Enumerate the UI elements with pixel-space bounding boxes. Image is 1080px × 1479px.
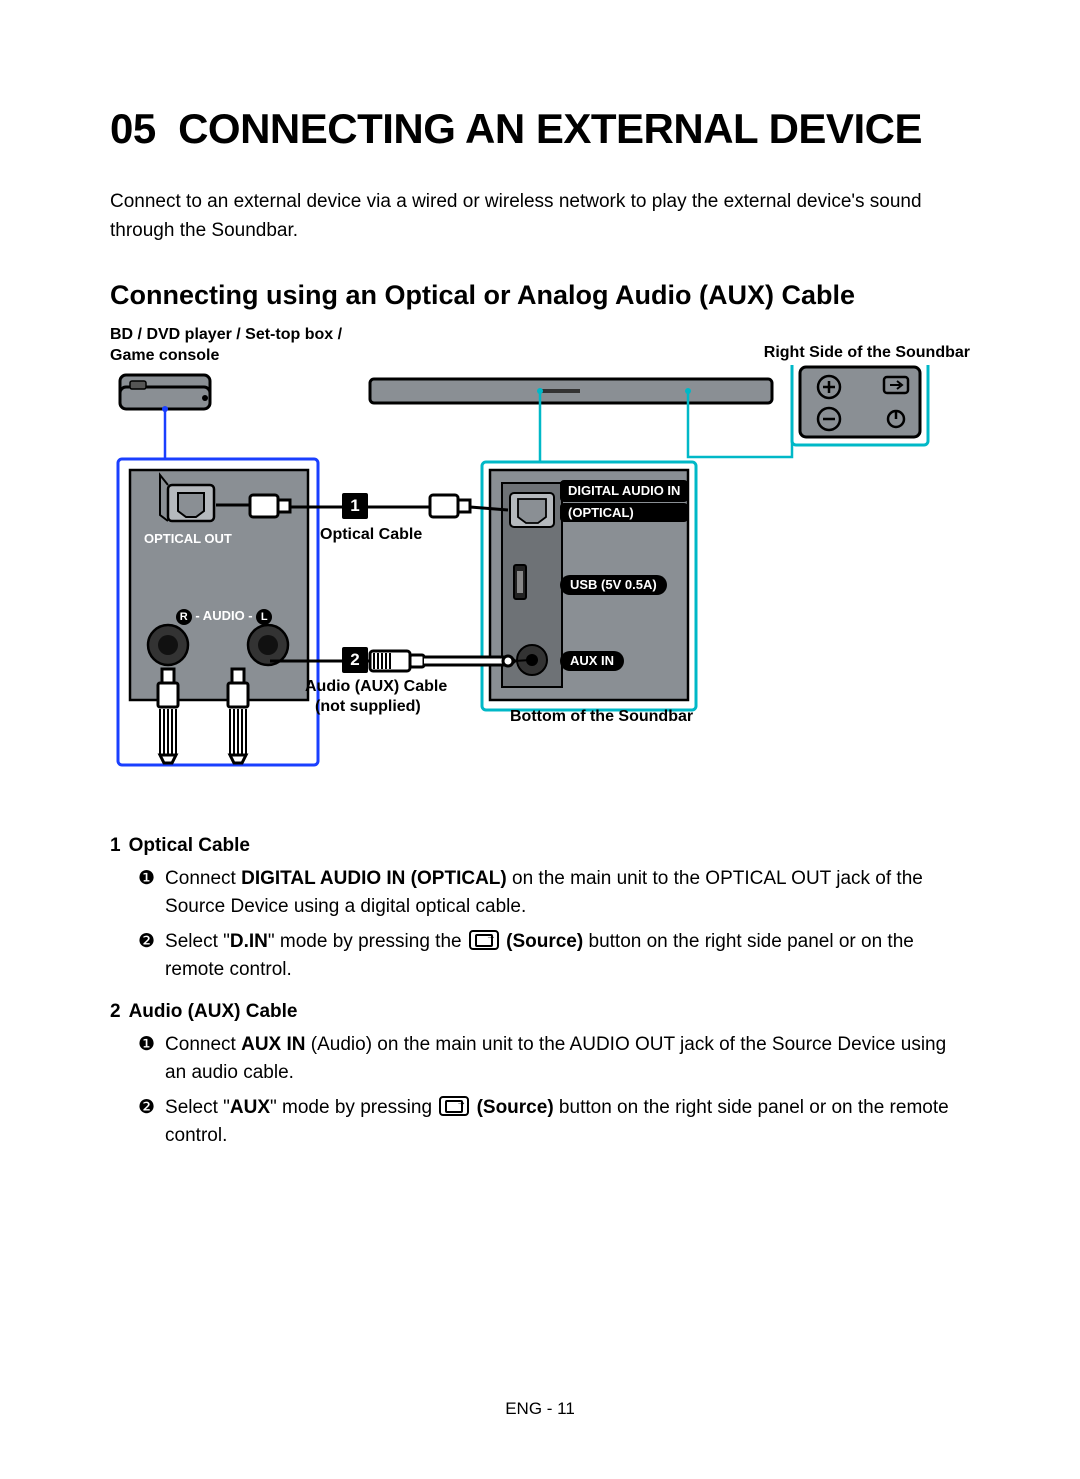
- label-aux-in: AUX IN: [560, 651, 624, 671]
- bullet-2: ❷: [138, 1094, 155, 1149]
- t: Select ": [165, 931, 230, 952]
- t: " mode by pressing the: [268, 931, 467, 952]
- inst-1-heading: 1 Optical Cable: [110, 835, 970, 857]
- label-optical-cable: Optical Cable: [320, 525, 422, 546]
- chapter-intro: Connect to an external device via a wire…: [110, 188, 970, 245]
- page-footer: ENG - 11: [0, 1399, 1080, 1419]
- t: Select ": [165, 1097, 230, 1118]
- t-bold: AUX: [230, 1097, 270, 1118]
- inst-1-step-2-text: Select "D.IN" mode by pressing the (Sour…: [165, 928, 970, 983]
- bullet-1: ❶: [138, 1031, 155, 1086]
- bullet-1: ❶: [138, 865, 155, 920]
- instructions: 1 Optical Cable ❶ Connect DIGITAL AUDIO …: [110, 835, 970, 1149]
- inst-2-heading: 2 Audio (AUX) Cable: [110, 1001, 970, 1023]
- inst-2-num: 2: [110, 1001, 121, 1023]
- label-usb: USB (5V 0.5A): [560, 575, 667, 595]
- t-bold: D.IN: [230, 931, 268, 952]
- inst-2-step-2: ❷ Select "AUX" mode by pressing (Source)…: [110, 1094, 970, 1149]
- inst-2-step-1-text: Connect AUX IN (Audio) on the main unit …: [165, 1031, 970, 1086]
- callout-1: 1: [342, 493, 368, 519]
- inst-2-title: Audio (AUX) Cable: [129, 1001, 298, 1023]
- t-bold: DIGITAL AUDIO IN (OPTICAL): [241, 868, 507, 889]
- t: " mode by pressing: [270, 1097, 437, 1118]
- label-audio-l: L: [256, 609, 272, 625]
- diagram-svg: [110, 365, 970, 795]
- inst-1-step-1: ❶ Connect DIGITAL AUDIO IN (OPTICAL) on …: [110, 865, 970, 920]
- label-bottom: Bottom of the Soundbar: [510, 707, 693, 728]
- t: Connect: [165, 868, 241, 889]
- label-aux-cable-2: (not supplied): [315, 697, 421, 718]
- bullet-2: ❷: [138, 928, 155, 983]
- chapter-title: 05 CONNECTING AN EXTERNAL DEVICE: [110, 105, 970, 153]
- inst-1-num: 1: [110, 835, 121, 857]
- chapter-number: 05: [110, 105, 156, 152]
- inst-1-step-2: ❷ Select "D.IN" mode by pressing the (So…: [110, 928, 970, 983]
- label-audio-mid: - AUDIO -: [192, 608, 257, 623]
- label-digital-in-1: DIGITAL AUDIO IN: [560, 480, 688, 502]
- label-optical-out: OPTICAL OUT: [144, 531, 232, 546]
- inst-2-step-2-text: Select "AUX" mode by pressing (Source) b…: [165, 1094, 970, 1149]
- inst-2-step-1: ❶ Connect AUX IN (Audio) on the main uni…: [110, 1031, 970, 1086]
- label-audio-r: R: [176, 609, 192, 625]
- label-source-device: BD / DVD player / Set-top box / Game con…: [110, 325, 370, 367]
- callout-2: 2: [342, 647, 368, 673]
- inst-1-step-1-text: Connect DIGITAL AUDIO IN (OPTICAL) on th…: [165, 865, 970, 920]
- label-right-side: Right Side of the Soundbar: [764, 343, 970, 364]
- t-bold: (Source): [501, 931, 583, 952]
- label-aux-cable-1: Audio (AUX) Cable: [305, 677, 447, 698]
- t-bold: AUX IN: [241, 1034, 305, 1055]
- label-digital-in-2: (OPTICAL): [560, 503, 688, 523]
- inst-1-title: Optical Cable: [129, 835, 250, 857]
- t: Connect: [165, 1034, 241, 1055]
- connection-diagram: BD / DVD player / Set-top box / Game con…: [110, 325, 970, 795]
- t-bold: (Source): [471, 1097, 553, 1118]
- source-icon: [469, 930, 499, 950]
- section-title: Connecting using an Optical or Analog Au…: [110, 280, 970, 311]
- chapter-title-text: CONNECTING AN EXTERNAL DEVICE: [178, 105, 922, 152]
- source-icon: [439, 1096, 469, 1116]
